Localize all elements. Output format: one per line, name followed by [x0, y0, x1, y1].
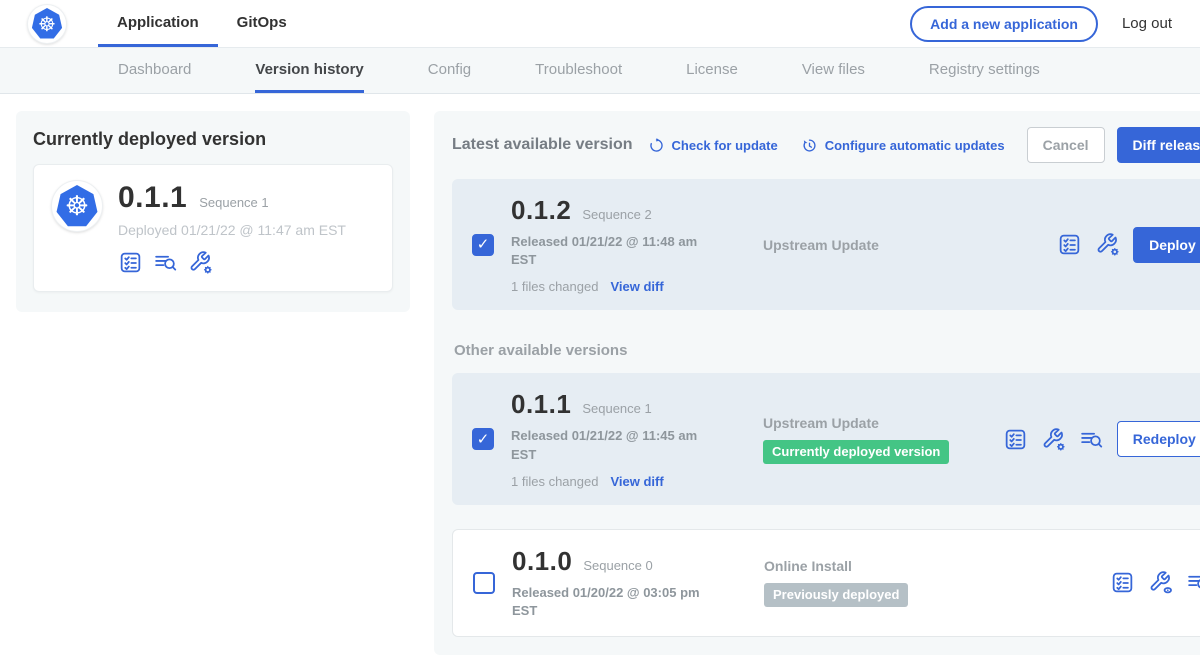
subnav-tab-registry-settings[interactable]: Registry settings: [929, 48, 1040, 93]
preflight-checklist-icon[interactable]: [1110, 570, 1135, 595]
version-row-0-1-2: ✓ 0.1.2 Sequence 2 Released 01/21/22 @ 1…: [452, 179, 1200, 310]
tab-application-label: Application: [117, 14, 199, 31]
deployed-panel-title: Currently deployed version: [33, 129, 393, 150]
app-subnav: Dashboard Version history Config Trouble…: [0, 47, 1200, 94]
logout-link[interactable]: Log out: [1122, 15, 1172, 32]
tab-gitops[interactable]: GitOps: [218, 0, 306, 47]
refresh-icon: [647, 136, 666, 155]
deployed-version-number: 0.1.1: [118, 181, 187, 215]
version-number: 0.1.0: [512, 546, 572, 577]
preflight-checklist-icon[interactable]: [118, 250, 143, 275]
config-wrench-eye-icon[interactable]: [1148, 570, 1173, 595]
release-notes-search-icon[interactable]: [153, 250, 178, 275]
latest-panel-title: Latest available version: [452, 136, 633, 154]
release-notes-search-icon[interactable]: [1079, 427, 1104, 452]
released-timestamp: Released 01/21/22 @ 11:45 am EST: [511, 427, 711, 463]
add-application-button[interactable]: Add a new application: [910, 6, 1098, 42]
version-checkbox[interactable]: ✓: [472, 234, 494, 256]
kubernetes-app-icon: ☸: [52, 181, 102, 231]
version-row-0-1-0: 0.1.0 Sequence 0 Released 01/20/22 @ 03:…: [452, 529, 1200, 637]
config-wrench-gear-icon[interactable]: [1095, 232, 1120, 257]
version-number: 0.1.1: [511, 389, 571, 420]
subnav-tab-version-history[interactable]: Version history: [255, 48, 363, 93]
config-wrench-gear-icon[interactable]: [1041, 427, 1066, 452]
preflight-checklist-icon[interactable]: [1003, 427, 1028, 452]
diff-releases-button[interactable]: Diff releases: [1117, 127, 1200, 163]
sequence-label: Sequence 0: [583, 558, 652, 573]
main-content: Currently deployed version ☸ 0.1.1 Seque…: [0, 94, 1200, 672]
subnav-tab-dashboard[interactable]: Dashboard: [118, 48, 191, 93]
cancel-button[interactable]: Cancel: [1027, 127, 1105, 163]
sequence-label: Sequence 1: [582, 401, 651, 416]
tab-gitops-label: GitOps: [237, 14, 287, 31]
latest-available-panel: Latest available version Check for updat…: [434, 111, 1200, 655]
deployed-sequence-label: Sequence 1: [199, 195, 268, 210]
redeploy-button[interactable]: Redeploy: [1117, 421, 1200, 457]
version-row-0-1-1: ✓ 0.1.1 Sequence 1 Released 01/21/22 @ 1…: [452, 373, 1200, 504]
top-nav-tabs: Application GitOps: [98, 0, 306, 47]
deployed-version-card: ☸ 0.1.1 Sequence 1 Deployed 01/21/22 @ 1…: [33, 164, 393, 292]
released-timestamp: Released 01/20/22 @ 03:05 pm EST: [512, 584, 712, 620]
subnav-tab-view-files[interactable]: View files: [802, 48, 865, 93]
tab-application[interactable]: Application: [98, 0, 218, 47]
config-wrench-gear-icon[interactable]: [188, 250, 213, 275]
release-notes-search-icon[interactable]: [1186, 570, 1200, 595]
version-source-label: Upstream Update: [763, 237, 1057, 253]
subnav-tab-license[interactable]: License: [686, 48, 738, 93]
subnav-tab-config[interactable]: Config: [428, 48, 471, 93]
subnav-tab-troubleshoot[interactable]: Troubleshoot: [535, 48, 622, 93]
version-number: 0.1.2: [511, 195, 571, 226]
configure-automatic-updates-link[interactable]: Configure automatic updates: [800, 136, 1005, 155]
latest-header: Latest available version Check for updat…: [452, 127, 1200, 163]
version-source-label: Online Install: [764, 558, 1110, 574]
files-changed-label: 1 files changed: [511, 279, 598, 294]
view-diff-link[interactable]: View diff: [610, 279, 663, 294]
deploy-button[interactable]: Deploy: [1133, 227, 1200, 263]
currently-deployed-badge: Currently deployed version: [763, 440, 949, 464]
check-for-update-link[interactable]: Check for update: [647, 136, 778, 155]
version-checkbox[interactable]: ✓: [472, 428, 494, 450]
version-checkbox[interactable]: [473, 572, 495, 594]
other-versions-title: Other available versions: [454, 342, 1200, 359]
app-logo: ☸: [28, 0, 66, 47]
top-navbar: ☸ Application GitOps Add a new applicati…: [0, 0, 1200, 47]
clock-refresh-icon: [800, 136, 819, 155]
top-navbar-right: Add a new application Log out: [910, 0, 1172, 47]
preflight-checklist-icon[interactable]: [1057, 232, 1082, 257]
deployed-timestamp: Deployed 01/21/22 @ 11:47 am EST: [118, 222, 346, 238]
kubernetes-logo-icon: ☸: [28, 5, 66, 43]
currently-deployed-panel: Currently deployed version ☸ 0.1.1 Seque…: [16, 111, 410, 312]
deployed-version-info: 0.1.1 Sequence 1 Deployed 01/21/22 @ 11:…: [118, 181, 346, 275]
version-source-label: Upstream Update: [763, 415, 1003, 431]
previously-deployed-badge: Previously deployed: [764, 583, 908, 607]
sequence-label: Sequence 2: [582, 207, 651, 222]
released-timestamp: Released 01/21/22 @ 11:48 am EST: [511, 233, 711, 269]
view-diff-link[interactable]: View diff: [610, 474, 663, 489]
files-changed-label: 1 files changed: [511, 474, 598, 489]
